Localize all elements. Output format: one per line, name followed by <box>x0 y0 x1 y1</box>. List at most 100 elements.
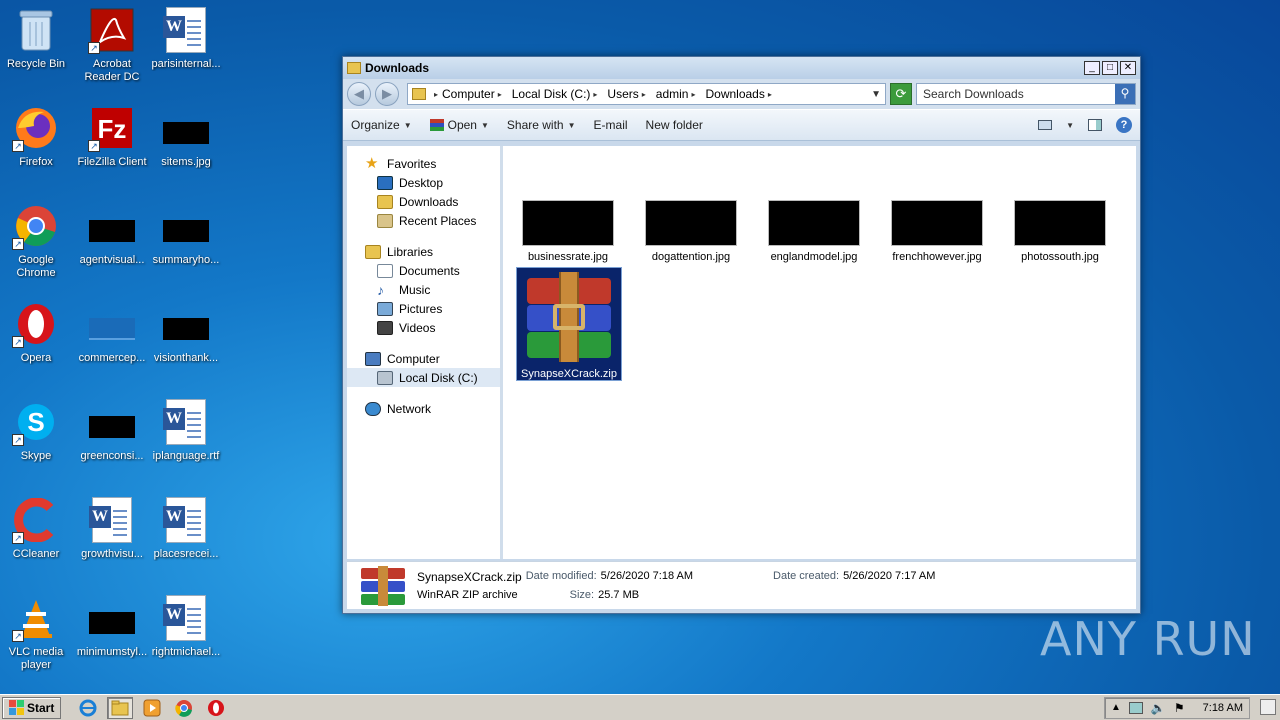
star-icon: ★ <box>365 154 379 172</box>
desktop-icon-filezilla[interactable]: Fz ↗ FileZilla Client <box>74 104 150 169</box>
chevron-right-icon: ▸ <box>593 89 598 99</box>
chrome-icon[interactable] <box>171 697 197 719</box>
desktop-icon-parisinternal[interactable]: W parisinternal... <box>148 6 224 71</box>
detail-file-name: SynapseXCrack.zip <box>417 570 522 584</box>
nav-local-disk[interactable]: Local Disk (C:) <box>347 368 500 387</box>
nav-documents[interactable]: Documents <box>347 261 500 280</box>
desktop-icon-growthvisu[interactable]: W growthvisu... <box>74 496 150 561</box>
start-button[interactable]: Start <box>2 696 62 719</box>
view-options-icon[interactable] <box>1038 120 1053 130</box>
open-button[interactable]: Open ▼ <box>429 118 489 132</box>
back-button[interactable]: ◀ <box>347 82 371 106</box>
chevron-up-icon[interactable]: ▲ <box>1111 702 1121 713</box>
nav-music[interactable]: ♪ Music <box>347 280 500 299</box>
chevron-down-icon[interactable]: ▼ <box>1066 121 1074 130</box>
network-tray-icon[interactable] <box>1128 701 1143 714</box>
file-item[interactable]: frenchhowever.jpg <box>882 200 992 263</box>
opera-icon[interactable] <box>203 697 229 719</box>
breadcrumb-admin[interactable]: admin ▸ <box>656 87 696 101</box>
nav-libraries[interactable]: Libraries <box>347 242 500 261</box>
detail-file-type: WinRAR ZIP archive <box>417 589 518 601</box>
desktop-icon-label: Opera <box>20 352 52 364</box>
desktop-icon-skype[interactable]: S ↗ Skype <box>0 398 74 463</box>
date-created-value: 5/26/2020 7:17 AM <box>843 570 936 582</box>
folder-icon <box>412 88 426 100</box>
minimize-button[interactable]: _ <box>1084 61 1100 75</box>
chevron-down-icon: ▼ <box>480 120 489 130</box>
nav-downloads[interactable]: Downloads <box>347 192 500 211</box>
winrar-archive-icon <box>523 272 615 362</box>
desktop-icon-vlc[interactable]: ↗ VLC media player <box>0 594 74 672</box>
media-player-icon[interactable] <box>139 697 165 719</box>
image-thumbnail-icon <box>88 300 136 348</box>
nav-recent-places[interactable]: Recent Places <box>347 211 500 230</box>
nav-favorites[interactable]: ★ Favorites <box>347 154 500 173</box>
desktop-icon-iplanguage[interactable]: W iplanguage.rtf <box>148 398 224 463</box>
breadcrumb-downloads[interactable]: Downloads ▸ <box>705 87 771 101</box>
file-item[interactable]: dogattention.jpg <box>636 200 746 263</box>
internet-explorer-icon[interactable] <box>75 697 101 719</box>
image-thumbnail-icon <box>891 200 983 246</box>
close-button[interactable]: ✕ <box>1120 61 1136 75</box>
file-item[interactable]: businessrate.jpg <box>513 200 623 263</box>
desktop-icon-summaryho[interactable]: summaryho... <box>148 202 224 267</box>
maximize-button[interactable]: □ <box>1102 61 1118 75</box>
file-item[interactable]: photossouth.jpg <box>1005 200 1115 263</box>
nav-network[interactable]: Network <box>347 399 500 418</box>
desktop-icon-ccleaner[interactable]: ↗ CCleaner <box>0 496 74 561</box>
organize-button[interactable]: Organize ▼ <box>351 118 412 132</box>
music-icon: ♪ <box>377 281 384 298</box>
search-input[interactable]: Search Downloads ⚲ <box>916 83 1136 105</box>
preview-pane-icon[interactable] <box>1088 119 1102 131</box>
chevron-down-icon[interactable]: ▼ <box>871 89 881 100</box>
size-value: 25.7 MB <box>598 589 640 601</box>
search-icon[interactable]: ⚲ <box>1115 84 1135 104</box>
action-center-flag-icon[interactable]: ⚑ <box>1174 701 1185 715</box>
chevron-right-icon: ▸ <box>434 89 439 99</box>
forward-button[interactable]: ▶ <box>375 82 399 106</box>
desktop-icon-placesrecei[interactable]: W placesrecei... <box>148 496 224 561</box>
windows-explorer-icon[interactable] <box>107 696 134 719</box>
downloads-folder-icon <box>377 194 393 209</box>
nav-desktop[interactable]: Desktop <box>347 173 500 192</box>
show-desktop-button[interactable] <box>1260 699 1276 715</box>
desktop-icon-chrome[interactable]: ↗ Google Chrome <box>0 202 74 280</box>
refresh-button[interactable]: ⟳ <box>890 83 912 105</box>
date-created-label: Date created: <box>773 570 840 582</box>
breadcrumb-computer[interactable]: Computer ▸ <box>442 87 502 101</box>
file-item[interactable]: englandmodel.jpg <box>759 200 869 263</box>
desktop-icon-firefox[interactable]: ↗ Firefox <box>0 104 74 169</box>
desktop-icon-recycle-bin[interactable]: Recycle Bin <box>0 6 74 71</box>
desktop-icon-visionthank[interactable]: visionthank... <box>148 300 224 365</box>
desktop-icon-sitems[interactable]: sitems.jpg <box>148 104 224 169</box>
share-with-button[interactable]: Share with ▼ <box>507 118 576 132</box>
desktop-icon-acrobat[interactable]: ↗ Acrobat Reader DC <box>74 6 150 84</box>
recent-places-icon <box>377 213 393 228</box>
desktop-icon-label: Skype <box>20 450 52 462</box>
clock[interactable]: 7:18 AM <box>1203 702 1243 714</box>
title-bar[interactable]: Downloads _ □ ✕ <box>343 57 1140 79</box>
image-thumbnail-icon <box>1014 200 1106 246</box>
breadcrumb-local-disk[interactable]: Local Disk (C:) ▸ <box>512 87 598 101</box>
new-folder-button[interactable]: New folder <box>646 118 703 132</box>
nav-computer[interactable]: Computer <box>347 349 500 368</box>
desktop-icon-greenconsi[interactable]: greenconsi... <box>74 398 150 463</box>
image-thumbnail-icon <box>162 300 210 348</box>
volume-icon[interactable]: 🔈 <box>1151 701 1166 715</box>
desktop-icon-rightmichael[interactable]: W rightmichael... <box>148 594 224 659</box>
desktop-icon-label: VLC media player <box>8 646 64 671</box>
desktop-icon-opera[interactable]: ↗ Opera <box>0 300 74 365</box>
search-placeholder: Search Downloads <box>923 87 1024 101</box>
nav-videos[interactable]: Videos <box>347 318 500 337</box>
desktop-icon-commercep[interactable]: commercep... <box>74 300 150 365</box>
desktop-icon-agentvisual[interactable]: agentvisual... <box>74 202 150 267</box>
address-bar[interactable]: ▸ Computer ▸ Local Disk (C:) ▸ Users ▸ admi… <box>407 83 886 105</box>
desktop-icon-minimumstyl[interactable]: minimumstyl... <box>74 594 150 659</box>
help-icon[interactable]: ? <box>1116 117 1132 133</box>
nav-pictures[interactable]: Pictures <box>347 299 500 318</box>
file-item-selected[interactable]: SynapseXCrack.zip <box>516 267 622 381</box>
email-button[interactable]: E-mail <box>594 118 628 132</box>
computer-icon <box>365 351 381 366</box>
breadcrumb-users[interactable]: Users ▸ <box>607 87 645 101</box>
desktop-icon-label: summaryho... <box>152 254 220 266</box>
